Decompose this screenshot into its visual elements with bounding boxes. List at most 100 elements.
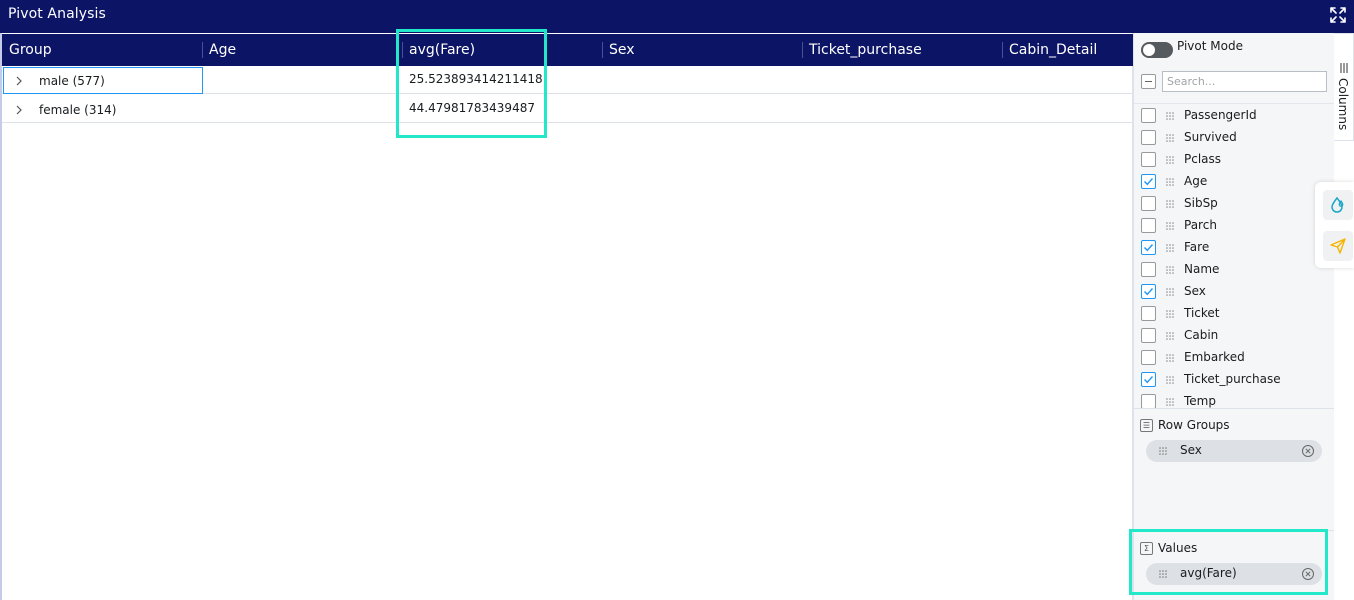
column-name: Ticket xyxy=(1184,306,1220,320)
column-checkbox[interactable] xyxy=(1141,196,1156,211)
column-checkbox[interactable] xyxy=(1141,240,1156,255)
select-all-checkbox[interactable] xyxy=(1141,74,1156,89)
remove-circle-icon[interactable] xyxy=(1301,444,1315,458)
drag-handle-icon[interactable] xyxy=(1165,309,1175,319)
drag-handle-icon[interactable] xyxy=(1165,353,1175,363)
column-header-age[interactable]: Age xyxy=(202,34,402,66)
send-icon xyxy=(1330,238,1346,254)
drag-handle-icon[interactable] xyxy=(1165,133,1175,143)
drag-handle-icon[interactable] xyxy=(1158,446,1168,456)
column-checkbox[interactable] xyxy=(1141,152,1156,167)
group-cell[interactable]: male (577) xyxy=(3,67,203,94)
column-name: Embarked xyxy=(1184,350,1245,364)
drag-handle-icon[interactable] xyxy=(1165,287,1175,297)
columns-tool-panel: Pivot Mode PassengerId Survived Pclass Age S… xyxy=(1133,33,1334,600)
column-header-cabin-detail[interactable]: Cabin_Detail xyxy=(1002,34,1133,66)
checkmark-icon xyxy=(1144,288,1154,296)
group-label: male (577) xyxy=(39,74,105,88)
drop-icon xyxy=(1331,196,1344,213)
column-name: Survived xyxy=(1184,130,1237,144)
columns-side-tab[interactable]: Columns xyxy=(1334,33,1354,141)
checkmark-icon xyxy=(1144,376,1154,384)
table-row[interactable]: female (314) 44.47981783439487 xyxy=(2,95,1133,123)
drag-handle-icon[interactable] xyxy=(1165,155,1175,165)
column-checkbox[interactable] xyxy=(1141,130,1156,145)
grid-header: Group Age avg(Fare) Sex Ticket_purchase … xyxy=(2,34,1133,66)
drag-handle-icon[interactable] xyxy=(1165,265,1175,275)
row-group-pill[interactable]: Sex xyxy=(1146,440,1322,462)
drag-handle-icon[interactable] xyxy=(1165,397,1175,407)
column-list-item[interactable]: Pclass xyxy=(1134,149,1334,171)
chevron-right-icon[interactable] xyxy=(14,76,24,86)
column-name: Parch xyxy=(1184,218,1217,232)
column-list-item[interactable]: Sex xyxy=(1134,281,1334,303)
column-name: Pclass xyxy=(1184,152,1222,166)
column-checkbox[interactable] xyxy=(1141,108,1156,123)
column-list-item[interactable]: Ticket xyxy=(1134,303,1334,325)
column-header-label: Ticket_purchase xyxy=(809,42,922,58)
checkmark-icon xyxy=(1144,178,1154,186)
column-list-item[interactable]: Temp xyxy=(1134,391,1334,408)
window-title-bar: Pivot Analysis xyxy=(0,0,1354,33)
column-list-item[interactable]: Embarked xyxy=(1134,347,1334,369)
pivot-grid: Group Age avg(Fare) Sex Ticket_purchase … xyxy=(0,33,1133,600)
column-list-item[interactable]: Age xyxy=(1134,171,1334,193)
column-list-item[interactable]: Survived xyxy=(1134,127,1334,149)
column-separator xyxy=(602,42,603,58)
column-header-label: Cabin_Detail xyxy=(1009,42,1098,58)
column-checkbox[interactable] xyxy=(1141,284,1156,299)
drag-handle-icon[interactable] xyxy=(1165,177,1175,187)
drop-button[interactable] xyxy=(1323,190,1353,220)
column-checkbox[interactable] xyxy=(1141,174,1156,189)
column-name: Name xyxy=(1184,262,1220,276)
column-checkbox[interactable] xyxy=(1141,328,1156,343)
column-header-ticket-purchase[interactable]: Ticket_purchase xyxy=(802,34,1002,66)
drag-handle-icon[interactable] xyxy=(1165,243,1175,253)
section-divider xyxy=(1134,408,1334,409)
column-header-label: Sex xyxy=(609,42,635,58)
column-list-item[interactable]: SibSp xyxy=(1134,193,1334,215)
highlight-box-avg-fare-column xyxy=(396,29,547,138)
row-groups-icon: ☰ xyxy=(1140,419,1153,432)
column-list-item[interactable]: Name xyxy=(1134,259,1334,281)
drag-handle-icon[interactable] xyxy=(1165,111,1175,121)
drag-handle-icon[interactable] xyxy=(1165,331,1175,341)
pivot-mode-label: Pivot Mode xyxy=(1177,39,1243,53)
column-checkbox[interactable] xyxy=(1141,394,1156,408)
column-checkbox[interactable] xyxy=(1141,306,1156,321)
drag-handle-icon[interactable] xyxy=(1165,199,1175,209)
column-search-input[interactable] xyxy=(1162,71,1327,92)
row-groups-title: Row Groups xyxy=(1158,418,1230,432)
column-name: Cabin xyxy=(1184,328,1219,342)
drag-handle-icon[interactable] xyxy=(1165,375,1175,385)
column-checkbox[interactable] xyxy=(1141,372,1156,387)
column-name: Ticket_purchase xyxy=(1184,372,1281,386)
column-name: PassengerId xyxy=(1184,108,1257,122)
column-header-group[interactable]: Group xyxy=(2,34,202,66)
column-separator xyxy=(802,42,803,58)
column-separator xyxy=(1002,42,1003,58)
chevron-right-icon[interactable] xyxy=(14,105,24,115)
side-tab-label: Columns xyxy=(1336,78,1350,131)
send-button[interactable] xyxy=(1323,231,1353,261)
column-checkbox[interactable] xyxy=(1141,218,1156,233)
window-title: Pivot Analysis xyxy=(8,6,106,22)
pivot-mode-toggle[interactable] xyxy=(1141,42,1173,58)
column-list-item[interactable]: Fare xyxy=(1134,237,1334,259)
column-checkbox[interactable] xyxy=(1141,262,1156,277)
column-list-item[interactable]: Cabin xyxy=(1134,325,1334,347)
row-group-label: Sex xyxy=(1180,443,1202,457)
expand-arrows-icon[interactable] xyxy=(1328,5,1348,25)
column-header-sex[interactable]: Sex xyxy=(602,34,802,66)
column-name: Temp xyxy=(1184,394,1216,408)
column-checkbox[interactable] xyxy=(1141,350,1156,365)
group-cell[interactable]: female (314) xyxy=(3,96,203,123)
drag-handle-icon[interactable] xyxy=(1165,221,1175,231)
toggle-knob xyxy=(1143,44,1155,56)
column-list-item[interactable]: PassengerId xyxy=(1134,105,1334,127)
column-name: Age xyxy=(1184,174,1208,188)
column-list-item[interactable]: Ticket_purchase xyxy=(1134,369,1334,391)
column-list-item[interactable]: Parch xyxy=(1134,215,1334,237)
table-row[interactable]: male (577) 25.523893414211418 xyxy=(2,66,1133,94)
column-header-label: Group xyxy=(9,42,52,58)
